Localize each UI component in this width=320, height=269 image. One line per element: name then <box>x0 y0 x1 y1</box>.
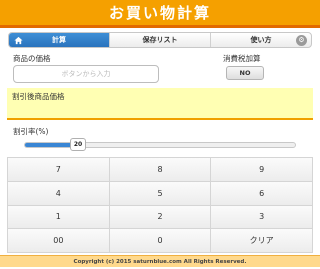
key-7[interactable]: 7 <box>8 158 110 182</box>
app-title: お買い物計算 <box>108 4 211 22</box>
key-3[interactable]: 3 <box>211 205 313 230</box>
tab-how-to-use[interactable]: 使い方 ⚙ <box>211 33 311 47</box>
home-icon <box>14 36 23 45</box>
price-input[interactable]: ボタンから入力 <box>13 65 159 83</box>
tab-saved-list-label: 保存リスト <box>142 36 178 44</box>
result-box: 割引後商品価格 <box>7 88 313 120</box>
key-2[interactable]: 2 <box>109 205 212 230</box>
key-00[interactable]: 00 <box>8 229 110 253</box>
discount-label: 割引率(%) <box>13 127 49 136</box>
result-label: 割引後商品価格 <box>12 92 65 101</box>
discount-slider-track[interactable] <box>24 142 296 148</box>
key-6[interactable]: 6 <box>211 181 313 206</box>
tax-toggle-button[interactable]: NO <box>226 66 264 80</box>
keypad: 7 8 9 4 5 6 1 2 3 00 0 クリア <box>7 157 313 253</box>
tab-calculate[interactable]: 計算 <box>9 33 110 47</box>
key-0[interactable]: 0 <box>109 229 212 253</box>
price-label: 商品の価格 <box>13 54 51 63</box>
footer-copyright: Copyright (c) 2015 saturnblue.com All Ri… <box>0 255 320 267</box>
discount-slider-handle[interactable]: 20 <box>70 138 86 151</box>
gear-icon: ⚙ <box>296 35 307 46</box>
key-5[interactable]: 5 <box>109 181 212 206</box>
tab-bar: 計算 保存リスト 使い方 ⚙ <box>8 32 312 48</box>
key-clear[interactable]: クリア <box>211 229 313 253</box>
key-4[interactable]: 4 <box>8 181 110 206</box>
tab-saved-list[interactable]: 保存リスト <box>110 33 211 47</box>
app-header: お買い物計算 <box>0 0 320 28</box>
key-1[interactable]: 1 <box>8 205 110 230</box>
key-8[interactable]: 8 <box>109 158 212 182</box>
tab-how-to-use-label: 使い方 <box>250 36 272 44</box>
tax-label: 消費税加算 <box>223 54 261 63</box>
key-9[interactable]: 9 <box>211 158 313 182</box>
tab-calculate-label: 計算 <box>52 36 66 44</box>
